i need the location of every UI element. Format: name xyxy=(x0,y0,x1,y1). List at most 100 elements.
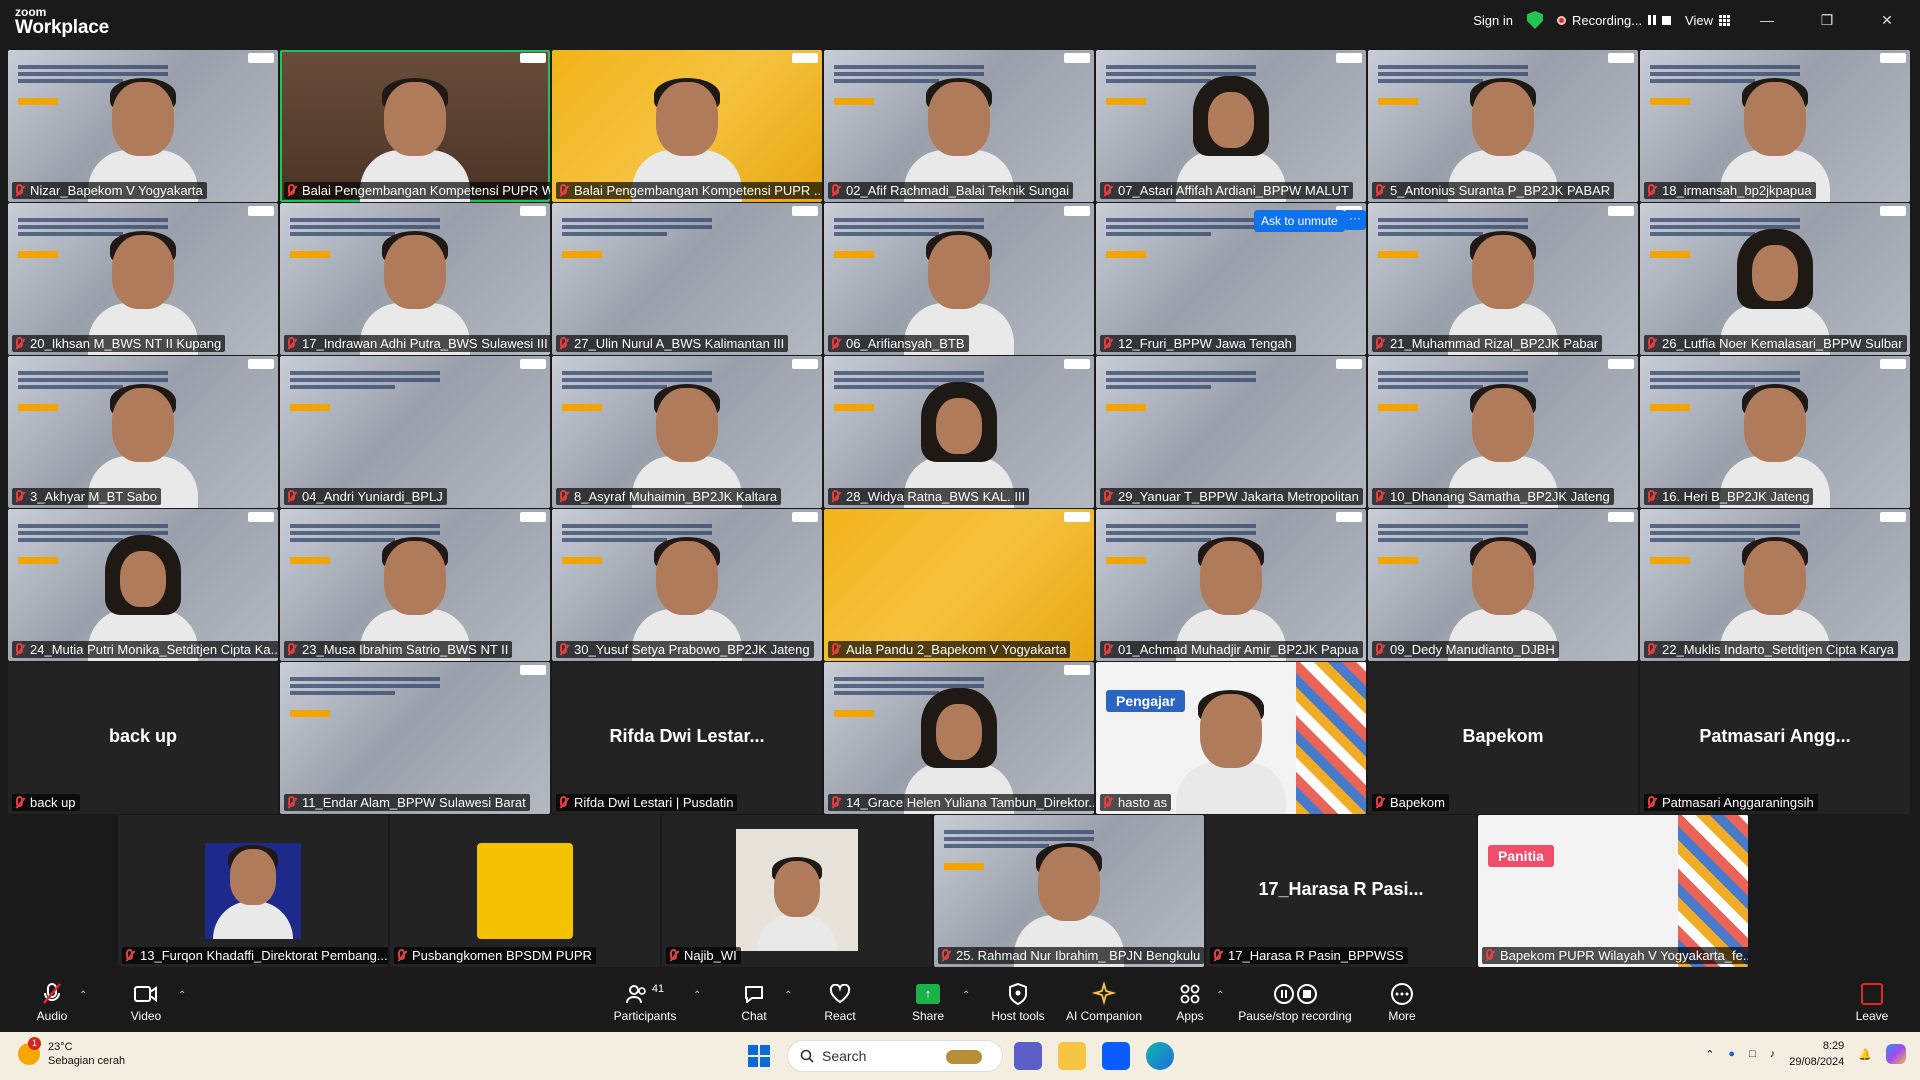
participant-tile[interactable]: 21_Muhammad Rizal_BP2JK Pabar xyxy=(1368,203,1638,355)
video-options-chevron-icon[interactable]: ⌃ xyxy=(178,990,186,1001)
participant-tile[interactable]: 02_Afif Rachmadi_Balai Teknik Sungai xyxy=(824,50,1094,202)
participant-tile[interactable]: 29_Yanuar T_BPPW Jakarta Metropolitan xyxy=(1096,356,1366,508)
audio-button[interactable]: Audio xyxy=(32,972,72,1032)
participant-tile[interactable]: 18_irmansah_bp2jkpapua xyxy=(1640,50,1910,202)
slide-tag xyxy=(1378,98,1418,105)
leave-label: Leave xyxy=(1855,1008,1889,1023)
weather-temp: 23°C xyxy=(48,1041,73,1053)
host-tools-button[interactable]: Host tools xyxy=(988,972,1048,1032)
participant-tile[interactable]: 26_Lutfia Noer Kemalasari_BPPW Sulbar xyxy=(1640,203,1910,355)
leave-button[interactable]: Leave xyxy=(1852,972,1892,1032)
participant-tile[interactable]: Pusbangkomen BPSDM PUPR xyxy=(390,815,660,967)
ai-companion-button[interactable]: AI Companion xyxy=(1064,972,1144,1032)
clock[interactable]: 8:29 29/08/2024 xyxy=(1789,1038,1844,1070)
participant-tile[interactable]: Najib_WI xyxy=(662,815,932,967)
windows-start-icon[interactable] xyxy=(748,1045,770,1067)
participant-tile[interactable]: Pengajar hasto as xyxy=(1096,662,1366,814)
participant-name-label: Pusbangkomen BPSDM PUPR xyxy=(394,947,596,964)
participant-tile[interactable]: 20_Ikhsan M_BWS NT II Kupang xyxy=(8,203,278,355)
participant-tile[interactable]: 16. Heri B_BP2JK Jateng xyxy=(1640,356,1910,508)
minimize-icon[interactable]: — xyxy=(1744,12,1790,28)
edge-browser-icon[interactable] xyxy=(1146,1042,1174,1070)
participants-options-chevron-icon[interactable]: ⌃ xyxy=(693,990,701,1001)
participant-tile[interactable]: 22_Muklis Indarto_Setditjen Cipta Karya xyxy=(1640,509,1910,661)
participant-tile[interactable]: Bapekom Bapekom xyxy=(1368,662,1638,814)
participant-tile[interactable]: 23_Musa Ibrahim Satrio_BWS NT II xyxy=(280,509,550,661)
slide-tag xyxy=(944,863,984,870)
participant-tile[interactable]: 5_Antonius Suranta P_BP2JK PABAR xyxy=(1368,50,1638,202)
participant-tile[interactable]: 3_Akhyar M_BT Sabo xyxy=(8,356,278,508)
file-explorer-icon[interactable] xyxy=(1058,1042,1086,1070)
participant-name: Nizar_Bapekom V Yogyakarta xyxy=(30,183,203,198)
pause-stop-recording-button[interactable]: Pause/stop recording xyxy=(1236,972,1354,1032)
security-shield-icon[interactable] xyxy=(1526,11,1543,29)
participant-tile[interactable]: 13_Furqon Khadaffi_Direktorat Pembang... xyxy=(118,815,388,967)
participant-tile[interactable]: 28_Widya Ratna_BWS KAL. III xyxy=(824,356,1094,508)
participant-tile[interactable]: Panitia Bapekom PUPR Wilayah V Yogyakarta… xyxy=(1478,815,1748,967)
participant-tile[interactable]: 17_Indrawan Adhi Putra_BWS Sulawesi III xyxy=(280,203,550,355)
close-icon[interactable]: ✕ xyxy=(1864,12,1910,29)
slide-title-lines xyxy=(290,677,440,698)
chat-options-chevron-icon[interactable]: ⌃ xyxy=(784,990,792,1001)
apps-options-chevron-icon[interactable]: ⌃ xyxy=(1216,990,1224,1001)
pupr-logo xyxy=(1880,359,1906,369)
participant-tile[interactable]: 24_Mutia Putri Monika_Setditjen Cipta Ka… xyxy=(8,509,278,661)
volume-icon[interactable]: ♪ xyxy=(1770,1048,1776,1060)
participant-tile[interactable]: 04_Andri Yuniardi_BPLJ xyxy=(280,356,550,508)
decorative-pattern xyxy=(1678,815,1748,967)
participant-tile[interactable]: back up back up xyxy=(8,662,278,814)
participant-tile[interactable]: Nizar_Bapekom V Yogyakarta xyxy=(8,50,278,202)
participant-tile[interactable]: 11_Endar Alam_BPPW Sulawesi Barat xyxy=(280,662,550,814)
participant-video-figure xyxy=(757,857,837,951)
participant-tile[interactable]: 06_Arifiansyah_BTB xyxy=(824,203,1094,355)
participant-tile[interactable]: Rifda Dwi Lestar... Rifda Dwi Lestari | P… xyxy=(552,662,822,814)
network-icon[interactable]: □ xyxy=(1749,1048,1756,1060)
participant-tile[interactable]: 17_Harasa R Pasi... 17_Harasa R Pasin_BPP… xyxy=(1206,815,1476,967)
stop-recording-icon[interactable] xyxy=(1662,15,1672,25)
video-button[interactable]: Video xyxy=(126,972,166,1032)
participant-tile[interactable]: 27_Ulin Nurul A_BWS Kalimantan III xyxy=(552,203,822,355)
participant-tile[interactable]: 14_Grace Helen Yuliana Tambun_Direktor..… xyxy=(824,662,1094,814)
participants-button[interactable]: 41 Participants xyxy=(612,972,678,1032)
participant-tile[interactable]: 25. Rahmad Nur Ibrahim_ BPJN Bengkulu xyxy=(934,815,1204,967)
sign-in-button[interactable]: Sign in xyxy=(1473,13,1513,28)
ask-to-unmute-button[interactable]: Ask to unmute xyxy=(1254,210,1345,232)
muted-mic-icon xyxy=(16,643,23,654)
pupr-logo xyxy=(1608,206,1634,216)
pupr-logo xyxy=(520,512,546,522)
participant-tile[interactable]: Patmasari Angg... Patmasari Anggaraningsi… xyxy=(1640,662,1910,814)
notification-bell-icon[interactable]: 🔔 xyxy=(1858,1048,1872,1061)
apps-button[interactable]: Apps xyxy=(1170,972,1210,1032)
more-button[interactable]: More xyxy=(1382,972,1422,1032)
audio-options-chevron-icon[interactable]: ⌃ xyxy=(79,990,87,1001)
participant-tile[interactable]: 07_Astari Affifah Ardiani_BPPW MALUT xyxy=(1096,50,1366,202)
react-button[interactable]: React xyxy=(820,972,860,1032)
participant-tile[interactable]: 30_Yusuf Setya Prabowo_BP2JK Jateng xyxy=(552,509,822,661)
microphone-tray-icon[interactable]: ● xyxy=(1728,1048,1735,1060)
tray-chevron-up-icon[interactable]: ⌃ xyxy=(1705,1048,1714,1061)
pause-recording-icon[interactable] xyxy=(1648,15,1657,25)
participant-tile[interactable]: 10_Dhanang Samatha_BP2JK Jateng xyxy=(1368,356,1638,508)
title-bar-right: Sign in Recording... View — ❐ ✕ xyxy=(1473,0,1920,40)
copilot-icon[interactable] xyxy=(1886,1044,1906,1064)
share-options-chevron-icon[interactable]: ⌃ xyxy=(962,990,970,1001)
participant-tile[interactable]: 09_Dedy Manudianto_DJBH xyxy=(1368,509,1638,661)
participant-tile[interactable]: Balai Pengembangan Kompetensi PUPR Wil..… xyxy=(280,50,550,202)
participant-tile[interactable]: Balai Pengembangan Kompetensi PUPR ... xyxy=(552,50,822,202)
view-button[interactable]: View xyxy=(1685,13,1730,28)
restore-icon[interactable]: ❐ xyxy=(1804,12,1850,29)
chat-button[interactable]: Chat xyxy=(734,972,774,1032)
slide-tag xyxy=(1650,251,1690,258)
muted-mic-icon xyxy=(288,796,295,807)
share-button[interactable]: ↑ Share xyxy=(908,972,948,1032)
weather-widget[interactable]: 1 23°C Sebagian cerah xyxy=(18,1037,125,1068)
participant-name: Aula Pandu 2_Bapekom V Yogyakarta xyxy=(846,642,1067,657)
recording-indicator[interactable]: Recording... xyxy=(1556,13,1672,28)
tile-more-options-button[interactable]: ··· xyxy=(1344,210,1366,230)
teams-icon[interactable] xyxy=(1014,1042,1042,1070)
zoom-taskbar-icon[interactable] xyxy=(1102,1042,1130,1070)
participant-tile[interactable]: 01_Achmad Muhadjir Amir_BP2JK Papua xyxy=(1096,509,1366,661)
participant-tile[interactable]: 8_Asyraf Muhaimin_BP2JK Kaltara xyxy=(552,356,822,508)
slide-tag xyxy=(1106,557,1146,564)
participant-tile[interactable]: Aula Pandu 2_Bapekom V Yogyakarta xyxy=(824,509,1094,661)
